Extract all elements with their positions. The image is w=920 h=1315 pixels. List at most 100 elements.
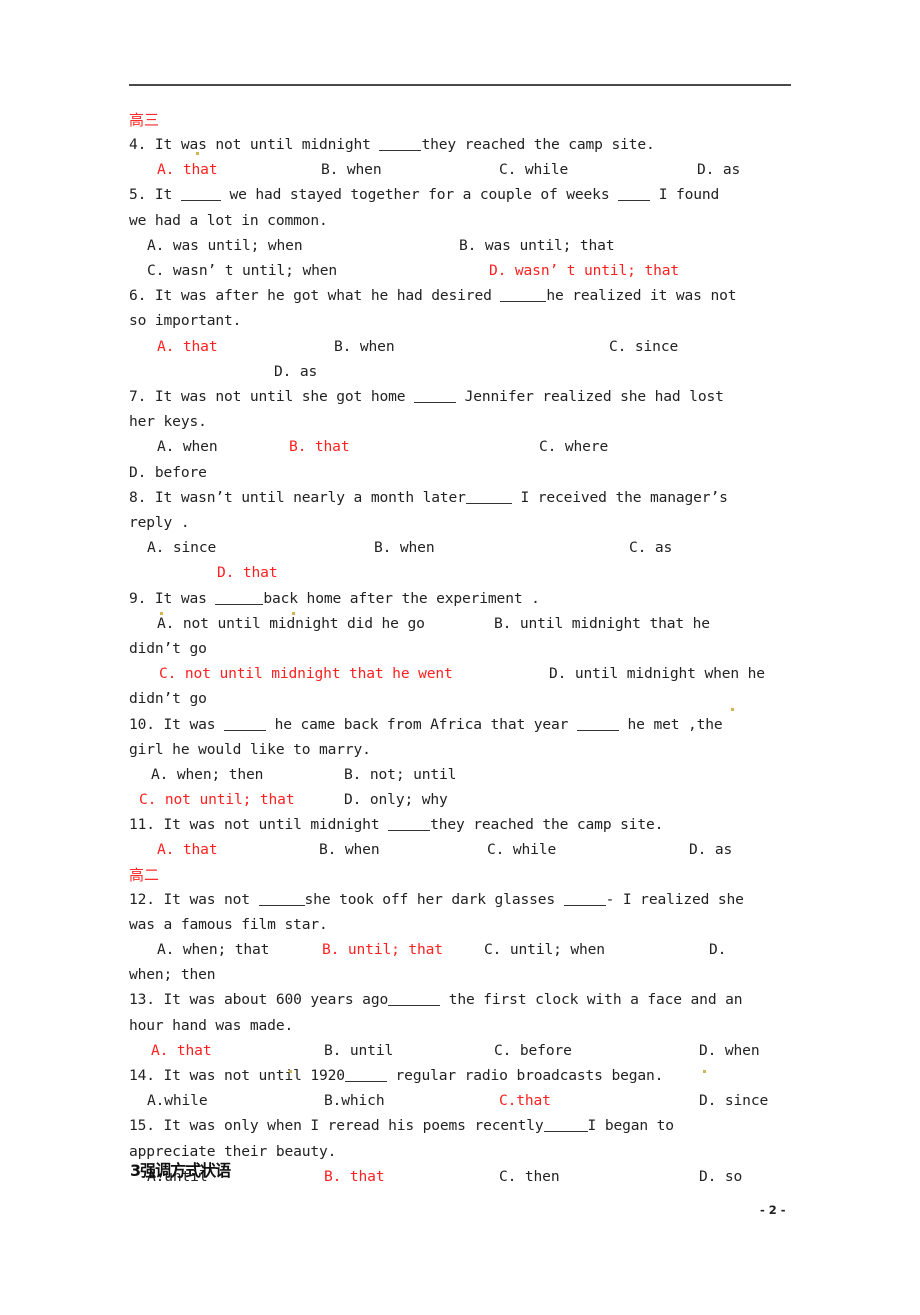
q8-option-d[interactable]: D. that [217, 560, 278, 585]
question-5-options-row2: C. wasn’ t until; when D. wasn’ t until;… [129, 258, 794, 283]
q9-option-a[interactable]: A. not until midnight did he go [157, 611, 425, 636]
question-10-stem: 10. It was he came back from Africa that… [129, 712, 794, 762]
q10-option-b[interactable]: B. not; until [344, 762, 456, 787]
question-11-options: A. that B. when C. while D. as [129, 837, 794, 862]
q6-option-c[interactable]: C. since [609, 334, 678, 359]
q5-option-b[interactable]: B. was until; that [459, 233, 615, 258]
question-6-options-row1: A. that B. when C. since [129, 334, 794, 359]
q11-blank [388, 830, 431, 832]
q4-option-a[interactable]: A. that [157, 157, 218, 182]
grade-label-senior-two: 高二 [129, 865, 160, 884]
q6-blank [500, 301, 547, 303]
q10-option-d[interactable]: D. only; why [344, 787, 448, 812]
q15-option-c[interactable]: C. then [499, 1164, 560, 1189]
grade-label-senior-three: 高三 [129, 111, 160, 129]
header-horizontal-rule [129, 84, 791, 86]
q10-option-a[interactable]: A. when; then [151, 762, 263, 787]
q10-stem-c: he met ,the [618, 715, 723, 733]
q13-stem-b: the first clock with a face and an [440, 991, 743, 1009]
question-7-stem: 7. It was not until she got home Jennife… [129, 384, 794, 434]
q9-option-b[interactable]: B. until midnight that he [494, 611, 710, 636]
scan-speck [731, 708, 734, 711]
q12-blank-1 [258, 904, 305, 906]
question-4-options: A. that B. when C. while D. as [129, 157, 794, 182]
q15-option-d[interactable]: D. so [699, 1164, 742, 1189]
question-14-options: A.while B.which C.that D. since [129, 1088, 794, 1113]
q13-option-c[interactable]: C. before [494, 1038, 572, 1063]
document-page: 高三 4. It was not until midnight they rea… [0, 0, 920, 1302]
q12-option-d[interactable]: D. [709, 937, 726, 962]
q9-stem-b: back home after the experiment . [263, 589, 540, 607]
q15-stem-b: I began to [587, 1117, 675, 1135]
q7-stem-b: Jennifer realized she had lost [456, 387, 724, 405]
q13-blank [388, 1005, 441, 1007]
q12-option-d-wrap[interactable]: when; then [129, 962, 216, 987]
question-9-stem: 9. It was back home after the experiment… [129, 586, 794, 611]
q10-stem-b: he came back from Africa that year [266, 715, 577, 733]
q9-option-c[interactable]: C. not until midnight that he went [159, 661, 453, 686]
q8-option-a[interactable]: A. since [147, 535, 216, 560]
q9-blank [215, 603, 264, 605]
q5-option-d[interactable]: D. wasn’ t until; that [489, 258, 679, 283]
question-9-options-row2-wrap: didn’t go [129, 690, 207, 708]
question-5-stem: 5. It we had stayed together for a coupl… [129, 182, 794, 232]
question-6-stem: 6. It was after he got what he had desir… [129, 283, 794, 333]
q15-option-b[interactable]: B. that [324, 1164, 385, 1189]
q10-option-c[interactable]: C. not until; that [139, 787, 295, 812]
question-5-options-row1: A. was until; when B. was until; that [129, 233, 794, 258]
q9-option-d[interactable]: D. until midnight when he [549, 661, 765, 686]
q7-blank [414, 401, 456, 403]
q8-stem-b: I received the manager’s [511, 488, 728, 506]
question-8-options-row1: A. since B. when C. as [129, 535, 794, 560]
q6-option-d[interactable]: D. as [274, 359, 317, 384]
question-8-stem: 8. It wasn’t until nearly a month later … [129, 485, 794, 535]
question-12-options-row2: when; then [129, 962, 794, 987]
q7-option-d[interactable]: D. before [129, 460, 207, 485]
question-13-options: A. that B. until C. before D. when [129, 1038, 794, 1063]
q5-option-c[interactable]: C. wasn’ t until; when [147, 258, 337, 283]
scan-speck [292, 612, 295, 615]
question-10-options-row2: C. not until; that D. only; why [129, 787, 794, 812]
question-6-options-row2: D. as [129, 359, 794, 384]
q7-option-c[interactable]: C. where [539, 434, 608, 459]
q10-blank-2 [576, 729, 619, 731]
q12-option-a[interactable]: A. when; that [157, 937, 269, 962]
question-4-stem: 4. It was not until midnight they reache… [129, 132, 794, 157]
q11-option-d[interactable]: D. as [689, 837, 732, 862]
q13-option-a[interactable]: A. that [151, 1038, 212, 1063]
q4-option-d[interactable]: D. as [697, 157, 740, 182]
question-7-options-row2: D. before [129, 460, 794, 485]
q13-option-b[interactable]: B. until [324, 1038, 393, 1063]
q13-option-d[interactable]: D. when [699, 1038, 760, 1063]
q12-option-b[interactable]: B. until; that [322, 937, 443, 962]
question-8-options-row2: D. that [129, 560, 794, 585]
q11-option-a[interactable]: A. that [157, 837, 218, 862]
q11-option-b[interactable]: B. when [319, 837, 380, 862]
q5-blank-1 [180, 200, 221, 202]
q5-option-a[interactable]: A. was until; when [147, 233, 303, 258]
q14-blank [344, 1081, 387, 1083]
q15-blank [543, 1131, 588, 1133]
q14-option-b[interactable]: B.which [324, 1088, 385, 1113]
q4-option-b[interactable]: B. when [321, 157, 382, 182]
question-9-options-row2: C. not until midnight that he went D. un… [129, 661, 794, 686]
q14-option-a[interactable]: A.while [147, 1088, 208, 1113]
q6-option-a[interactable]: A. that [157, 334, 218, 359]
q12-stem-b: she took off her dark glasses [304, 890, 564, 908]
page-number: - 2 - [760, 1203, 786, 1217]
q11-option-c[interactable]: C. while [487, 837, 556, 862]
q4-option-c[interactable]: C. while [499, 157, 568, 182]
q7-option-a[interactable]: A. when [157, 434, 218, 459]
question-14-stem: 14. It was not until 1920 regular radio … [129, 1063, 794, 1088]
q7-option-b[interactable]: B. that [289, 434, 350, 459]
q4-stem-after: they reached the camp site. [421, 136, 655, 153]
q8-option-b[interactable]: B. when [374, 535, 435, 560]
q12-option-c[interactable]: C. until; when [484, 937, 605, 962]
q14-option-d[interactable]: D. since [699, 1088, 768, 1113]
q8-option-c[interactable]: C. as [629, 535, 672, 560]
q5-stem-b: we had stayed together for a couple of w… [220, 186, 619, 204]
document-content: 高三 4. It was not until midnight they rea… [129, 108, 794, 1189]
q6-option-b[interactable]: B. when [334, 334, 395, 359]
question-12-stem: 12. It was not she took off her dark gla… [129, 887, 794, 937]
q14-option-c[interactable]: C.that [499, 1088, 551, 1113]
